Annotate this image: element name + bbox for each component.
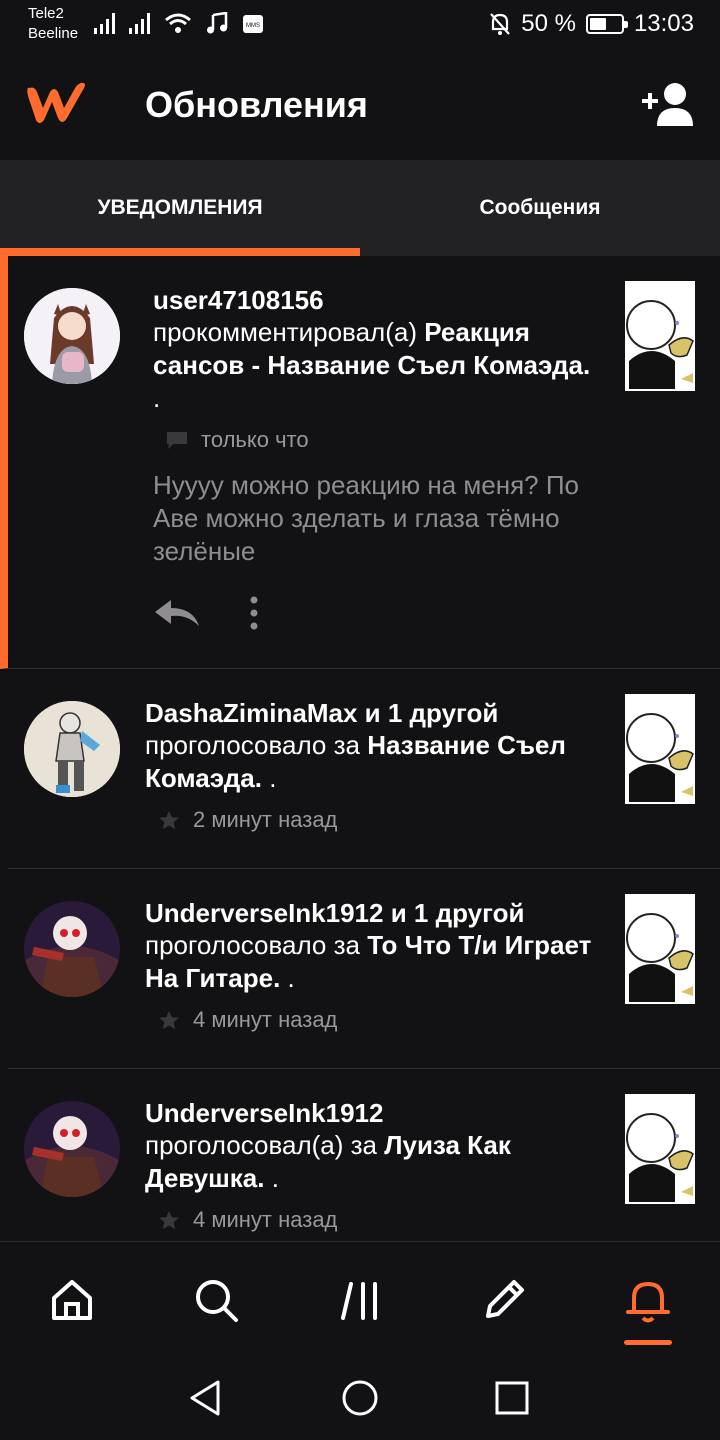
star-icon bbox=[159, 1210, 179, 1230]
suffix-text: . bbox=[280, 963, 295, 993]
carrier-1: Tele2 bbox=[28, 5, 64, 22]
comment-icon bbox=[167, 432, 187, 449]
wattpad-logo[interactable] bbox=[24, 78, 88, 128]
home-circle-icon[interactable] bbox=[340, 1378, 380, 1418]
notification-text: UnderverseInk1912 проголосовал(а) за Луи… bbox=[145, 1097, 595, 1233]
system-navigation bbox=[0, 1356, 720, 1440]
status-icons-right: 50 % 13:03 bbox=[489, 10, 694, 38]
timestamp: 2 минут назад bbox=[193, 807, 338, 832]
tab-bar: УВЕДОМЛЕНИЯ Сообщения bbox=[0, 160, 720, 256]
signal-icon bbox=[94, 12, 115, 34]
library-icon[interactable] bbox=[337, 1276, 385, 1324]
suffix-text: . bbox=[261, 763, 277, 793]
avatar[interactable] bbox=[24, 1101, 120, 1197]
notification-description: проголосовало за Название Съел Комаэда. … bbox=[145, 729, 595, 795]
timestamp: только что bbox=[201, 427, 309, 452]
tab-notifications[interactable]: УВЕДОМЛЕНИЯ bbox=[0, 160, 360, 256]
notification-meta: 2 минут назад bbox=[145, 807, 595, 833]
back-icon[interactable] bbox=[186, 1378, 226, 1418]
story-cover[interactable] bbox=[625, 281, 695, 391]
username[interactable]: user47108156 bbox=[153, 284, 603, 316]
notification-text: DashaZiminaMax и 1 другой проголосовало … bbox=[145, 697, 595, 833]
avatar-image bbox=[24, 901, 120, 997]
action-text: прокомментировал(а) bbox=[153, 317, 425, 347]
action-text: проголосовал(а) за bbox=[145, 1130, 385, 1160]
story-cover[interactable] bbox=[625, 1094, 695, 1204]
recents-icon[interactable] bbox=[492, 1378, 532, 1418]
avatar-image bbox=[24, 288, 120, 384]
username[interactable]: UnderverseInk1912 bbox=[145, 1097, 595, 1129]
avatar-image bbox=[24, 701, 120, 797]
carrier-2: Beeline bbox=[28, 25, 79, 42]
avatar[interactable] bbox=[24, 701, 120, 797]
app-header: Обновления bbox=[0, 52, 720, 160]
avatar[interactable] bbox=[24, 901, 120, 997]
username[interactable]: DashaZiminaMax и 1 другой bbox=[145, 697, 595, 729]
notifications-list: user47108156 прокомментировал(а) Реакция… bbox=[0, 256, 720, 1241]
avatar[interactable] bbox=[24, 288, 120, 384]
carrier-names: Tele2 Beeline bbox=[28, 4, 78, 44]
svg-text:MMS: MMS bbox=[246, 23, 260, 29]
list-item[interactable]: user47108156 прокомментировал(а) Реакция… bbox=[0, 256, 720, 669]
more-icon[interactable] bbox=[249, 596, 259, 630]
suffix-text: . bbox=[264, 1163, 279, 1193]
story-cover[interactable] bbox=[625, 694, 695, 804]
comment-actions bbox=[153, 596, 259, 630]
list-item[interactable]: UnderverseInk1912 и 1 другой проголосова… bbox=[8, 869, 720, 1069]
active-tab-indicator bbox=[624, 1340, 672, 1345]
wifi-icon bbox=[165, 13, 191, 33]
notification-text: UnderverseInk1912 и 1 другой проголосова… bbox=[145, 897, 595, 1033]
username[interactable]: UnderverseInk1912 и 1 другой bbox=[145, 897, 595, 929]
battery-percent: 50 % bbox=[521, 10, 576, 37]
avatar-image bbox=[24, 1101, 120, 1197]
reply-icon[interactable] bbox=[153, 598, 201, 628]
status-bar: Tele2 Beeline MMS 50 % 13:03 bbox=[0, 0, 720, 52]
notification-description: проголосовало за То Что Т/и Играет На Ги… bbox=[145, 929, 595, 995]
notification-meta: 4 минут назад bbox=[145, 1007, 595, 1033]
search-icon[interactable] bbox=[192, 1276, 240, 1324]
action-text: проголосовало за bbox=[145, 930, 368, 960]
add-user-icon[interactable] bbox=[640, 82, 696, 128]
home-icon[interactable] bbox=[48, 1276, 96, 1324]
write-icon[interactable] bbox=[480, 1276, 528, 1324]
suffix-text: . bbox=[153, 383, 161, 413]
mute-icon bbox=[490, 13, 511, 35]
timestamp: 4 минут назад bbox=[193, 1207, 338, 1232]
star-icon bbox=[159, 810, 179, 830]
clock: 13:03 bbox=[633, 10, 694, 37]
notification-meta: только что bbox=[153, 427, 603, 453]
list-item[interactable]: DashaZiminaMax и 1 другой проголосовало … bbox=[8, 669, 720, 869]
status-icons-left: MMS bbox=[94, 12, 264, 34]
signal-icon bbox=[129, 12, 150, 34]
timestamp: 4 минут назад bbox=[193, 1007, 338, 1032]
bottom-navigation bbox=[0, 1241, 720, 1356]
notification-description: проголосовал(а) за Луиза Как Девушка. . bbox=[145, 1129, 595, 1195]
music-icon bbox=[207, 12, 228, 34]
notification-description: прокомментировал(а) Реакция сансов - Наз… bbox=[153, 316, 603, 415]
star-icon bbox=[159, 1010, 179, 1030]
story-cover-image bbox=[625, 281, 695, 391]
comment-text: Нуууу можно реакцию на меня? По Аве можн… bbox=[153, 470, 580, 566]
notification-meta: 4 минут назад bbox=[145, 1207, 595, 1233]
story-cover[interactable] bbox=[625, 894, 695, 1004]
mms-icon: MMS bbox=[243, 15, 263, 33]
battery-icon bbox=[585, 14, 628, 34]
story-cover-image bbox=[625, 1094, 695, 1204]
list-item[interactable]: UnderverseInk1912 проголосовал(а) за Луи… bbox=[8, 1069, 720, 1241]
notifications-icon[interactable] bbox=[624, 1276, 672, 1324]
action-text: проголосовало за bbox=[145, 730, 368, 760]
notification-text: user47108156 прокомментировал(а) Реакция… bbox=[153, 284, 603, 568]
story-cover-image bbox=[625, 694, 695, 804]
story-cover-image bbox=[625, 894, 695, 1004]
page-title: Обновления bbox=[145, 84, 368, 125]
tab-messages[interactable]: Сообщения bbox=[360, 160, 720, 256]
